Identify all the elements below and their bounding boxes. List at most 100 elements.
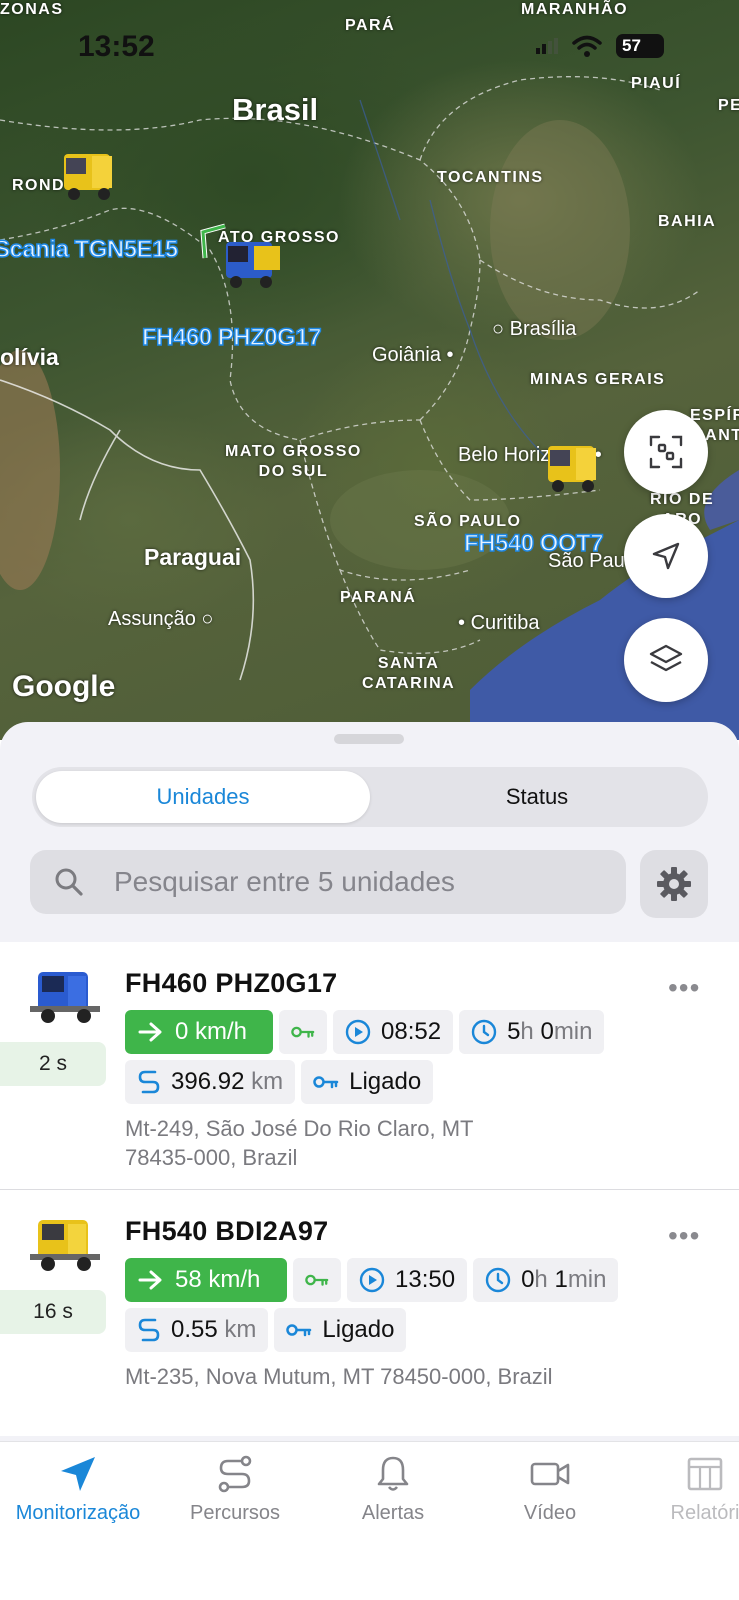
- play-circle-icon: [359, 1267, 385, 1293]
- unit-row[interactable]: 16 s FH540 BDI2A97 ••• 58 km/h 13:50 0h …: [0, 1190, 739, 1436]
- ignition-status: Ligado: [349, 1068, 422, 1095]
- truck-marker-yellow[interactable]: [56, 148, 128, 204]
- vehicle-tag-fh460[interactable]: FH460 PHZ0G17: [141, 323, 322, 352]
- unit-chips-row1: 58 km/h 13:50 0h 1min: [125, 1258, 619, 1302]
- tab-alertas[interactable]: Alertas: [318, 1454, 468, 1525]
- start-time: 13:50: [395, 1266, 456, 1293]
- speed-value: 0 km/h: [175, 1018, 248, 1045]
- distance: 0.55 km: [171, 1316, 257, 1343]
- map-label-goiania: Goiânia •: [372, 344, 454, 366]
- map-label-brasilia: ○ Brasília: [492, 318, 577, 340]
- distance: 396.92 km: [171, 1068, 284, 1095]
- ignition-chip: [293, 1258, 341, 1302]
- status-time: 13:52: [78, 30, 155, 63]
- start-time: 08:52: [381, 1018, 442, 1045]
- search-icon: [55, 868, 83, 896]
- last-update-age: 2 s: [0, 1042, 106, 1086]
- cellular-signal-icon: [536, 38, 558, 54]
- distance-chip: 0.55 km: [125, 1308, 269, 1352]
- bottom-tab-bar: Monitorização Percursos Alertas Vídeo Re…: [0, 1441, 739, 1600]
- vehicle-tag-fh540[interactable]: FH540 OOT7: [463, 529, 604, 558]
- map-label-parana: PARANÁ: [340, 589, 417, 606]
- map-label-para: PARÁ: [345, 17, 396, 34]
- unit-address: Mt-235, Nova Mutum, MT 78450-000, Brazil: [125, 1364, 553, 1389]
- unit-list: 2 s FH460 PHZ0G17 ••• 0 km/h 08:52 5h 0m…: [0, 942, 739, 1436]
- tab-video[interactable]: Vídeo: [475, 1454, 625, 1525]
- map-label-brasil: Brasil: [232, 92, 319, 127]
- wifi-icon: [572, 35, 602, 57]
- map-label-minas-gerais: MINAS GERAIS: [530, 371, 666, 388]
- map-layers-button[interactable]: [624, 618, 708, 702]
- key-icon: [286, 1324, 312, 1337]
- battery-indicator: 57: [616, 34, 664, 58]
- unit-chips-row2: 396.92 km Ligado: [125, 1060, 434, 1104]
- key-icon: [291, 1026, 315, 1038]
- duration: 5h 0min: [507, 1018, 593, 1045]
- start-time-chip: 13:50: [347, 1258, 468, 1302]
- search-field[interactable]: [30, 850, 626, 914]
- truck-marker-yellow-2[interactable]: [540, 440, 612, 496]
- unit-row[interactable]: 2 s FH460 PHZ0G17 ••• 0 km/h 08:52 5h 0m…: [0, 942, 739, 1190]
- tab-monitorizacao[interactable]: Monitorização: [3, 1454, 153, 1525]
- play-circle-icon: [345, 1019, 371, 1045]
- fit-bounds-icon: [649, 435, 683, 469]
- unit-name: FH460 PHZ0G17: [125, 968, 338, 998]
- map-view[interactable]: ZONAS PARÁ MARANHÃO PIAUÍ PE Brasil TOCA…: [0, 0, 739, 740]
- bell-icon: [377, 1456, 409, 1491]
- arrow-right-icon: [138, 1022, 162, 1042]
- tab-label: Relatóri: [670, 1502, 739, 1524]
- more-options-button[interactable]: •••: [668, 1220, 700, 1252]
- segment-units[interactable]: Unidades: [36, 771, 370, 823]
- tab-label: Alertas: [361, 1502, 425, 1524]
- start-time-chip: 08:52: [333, 1010, 454, 1054]
- unit-chips-row1: 0 km/h 08:52 5h 0min: [125, 1010, 605, 1054]
- status-icons: 57: [536, 34, 664, 58]
- map-label-mato-grosso-do-sul: MATO GROSSO DO SUL: [225, 443, 362, 480]
- map-label-pernambuco: PE: [718, 97, 739, 114]
- truck-yellow-thumbnail: [30, 1220, 100, 1271]
- google-logo: Google: [12, 670, 116, 703]
- navigation-arrow-icon: [61, 1457, 95, 1491]
- vehicle-tag-scania[interactable]: Scania TGN5E15: [0, 235, 179, 264]
- tab-relatorios[interactable]: Relatóri: [630, 1454, 739, 1525]
- last-update-age: 16 s: [0, 1290, 106, 1334]
- units-sheet: Unidades Status Pesquisar entre 5 unidad…: [0, 722, 739, 1442]
- route-icon: [218, 1455, 252, 1493]
- search-input[interactable]: [114, 866, 584, 898]
- speed-value: 58 km/h: [175, 1266, 261, 1293]
- map-label-curitiba: • Curitiba: [458, 612, 540, 634]
- map-label-tocantins: TOCANTINS: [437, 169, 544, 186]
- distance-chip: 396.92 km: [125, 1060, 296, 1104]
- map-label-paraguai: Paraguai: [144, 544, 242, 570]
- clock-icon: [471, 1019, 497, 1045]
- segment-status[interactable]: Status: [370, 771, 704, 823]
- truck-marker-blue[interactable]: [218, 236, 290, 292]
- route-icon: [138, 1318, 160, 1342]
- key-icon: [305, 1274, 329, 1286]
- map-label-bolivia: olívia: [0, 344, 59, 370]
- gear-icon: [657, 867, 691, 901]
- settings-button[interactable]: [640, 850, 708, 918]
- ignition-chip: [279, 1010, 327, 1054]
- more-options-button[interactable]: •••: [668, 972, 700, 1004]
- ignition-status-chip: Ligado: [301, 1060, 434, 1104]
- duration-chip: 5h 0min: [459, 1010, 605, 1054]
- unit-address: Mt-249, São José Do Rio Claro, MT 78435-…: [125, 1116, 474, 1170]
- map-label-santa-catarina: SANTA CATARINA: [362, 655, 456, 692]
- map-label-amazonas: ZONAS: [0, 1, 64, 18]
- locate-me-button[interactable]: [624, 514, 708, 598]
- ignition-status: Ligado: [322, 1316, 395, 1343]
- ignition-status-chip: Ligado: [274, 1308, 407, 1352]
- clock-icon: [485, 1267, 511, 1293]
- duration-chip: 0h 1min: [473, 1258, 619, 1302]
- tab-label: Vídeo: [523, 1502, 577, 1524]
- tab-label: Percursos: [189, 1502, 281, 1524]
- segmented-control: Unidades Status: [32, 767, 708, 827]
- speed-chip: 0 km/h: [125, 1010, 273, 1054]
- tab-percursos[interactable]: Percursos: [160, 1454, 310, 1525]
- fit-bounds-button[interactable]: [624, 410, 708, 494]
- arrow-right-icon: [138, 1270, 162, 1290]
- sheet-drag-handle[interactable]: [334, 734, 404, 744]
- unit-chips-row2: 0.55 km Ligado: [125, 1308, 407, 1352]
- duration: 0h 1min: [521, 1266, 607, 1293]
